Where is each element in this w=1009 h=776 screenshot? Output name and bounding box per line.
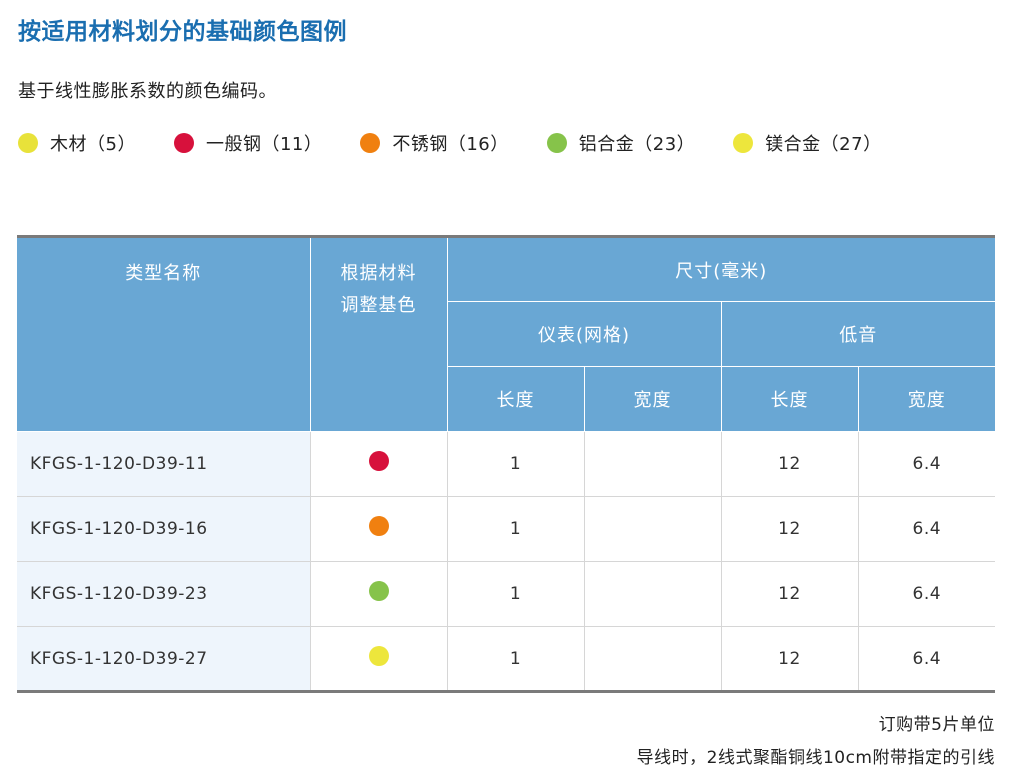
cell-type-name: KFGS-1-120-D39-11: [17, 431, 311, 497]
header-gauge: 仪表(网格): [447, 301, 722, 367]
spec-table-wrapper: 类型名称 根据材料 调整基色 尺寸(毫米) 仪表(网格) 低音 长度 宽度 长度…: [17, 235, 996, 693]
cell-base-color: [309, 496, 448, 562]
cell-bass-width: 6.4: [857, 431, 996, 497]
cell-bass-width: 6.4: [857, 626, 996, 692]
header-base-color: 根据材料 调整基色: [309, 236, 448, 432]
lead-wire-note: 导线时，2线式聚酯铜线10cm附带指定的引线: [636, 748, 995, 768]
cell-base-color: [309, 626, 448, 692]
table-row: KFGS-1-120-D39-11 1 12 6.4: [17, 431, 996, 497]
page-title: 按适用材料划分的基础颜色图例: [18, 19, 347, 45]
color-dot-icon: [368, 645, 389, 666]
legend-item-magnesium-alloy: 镁合金（27）: [733, 130, 881, 156]
legend-label: 不锈钢（16）: [392, 134, 509, 155]
page-subtitle: 基于线性膨胀系数的颜色编码。: [18, 81, 277, 102]
order-note: 订购带5片单位: [878, 715, 995, 735]
legend-item-stainless-steel: 不锈钢（16）: [360, 130, 508, 156]
color-dot-icon: [360, 133, 381, 153]
legend-label: 铝合金（23）: [578, 134, 696, 155]
cell-type-name: KFGS-1-120-D39-16: [17, 496, 311, 562]
cell-bass-width: 6.4: [857, 496, 996, 562]
cell-gauge-length: 1: [446, 626, 585, 692]
header-size: 尺寸(毫米): [446, 236, 996, 302]
table-row: KFGS-1-120-D39-27 1 12 6.4: [17, 626, 996, 692]
cell-base-color: [309, 431, 448, 497]
table-row: KFGS-1-120-D39-16 1 12 6.4: [17, 496, 996, 562]
table-row: KFGS-1-120-D39-23 1 12 6.4: [17, 561, 996, 627]
legend-label: 镁合金（27）: [765, 134, 882, 155]
cell-bass-width: 6.4: [857, 561, 996, 627]
color-legend: 木材（5） 一般钢（11） 不锈钢（16） 铝合金（23） 镁合金（27）: [18, 131, 920, 155]
header-gauge-width: 宽度: [583, 366, 722, 432]
legend-item-wood: 木材（5）: [18, 130, 136, 156]
header-base-color-line2: 调整基色: [340, 295, 417, 316]
legend-label: 一般钢（11）: [205, 134, 323, 155]
cell-gauge-width: [583, 431, 722, 497]
cell-bass-length: 12: [720, 496, 859, 562]
cell-type-name: KFGS-1-120-D39-27: [17, 626, 311, 692]
header-bass: 低音: [720, 301, 996, 367]
header-type-name: 类型名称: [17, 236, 311, 432]
legend-item-aluminum-alloy: 铝合金（23）: [546, 130, 696, 156]
spec-table: 类型名称 根据材料 调整基色 尺寸(毫米) 仪表(网格) 低音 长度 宽度 长度…: [17, 235, 996, 693]
cell-gauge-length: 1: [446, 431, 585, 497]
header-bass-width: 宽度: [857, 366, 996, 432]
header-bass-length: 长度: [720, 366, 859, 432]
cell-base-color: [309, 561, 448, 627]
color-dot-icon: [546, 133, 567, 153]
color-dot-icon: [368, 451, 389, 471]
cell-type-name: KFGS-1-120-D39-23: [17, 561, 311, 627]
color-dot-icon: [368, 516, 389, 536]
legend-item-steel: 一般钢（11）: [173, 130, 323, 156]
color-dot-icon: [18, 133, 38, 153]
cell-gauge-width: [583, 561, 722, 627]
cell-bass-length: 12: [720, 561, 859, 627]
header-base-color-line1: 根据材料: [340, 263, 417, 284]
cell-gauge-width: [583, 626, 722, 692]
cell-bass-length: 12: [720, 431, 859, 497]
color-dot-icon: [733, 133, 754, 153]
color-dot-icon: [173, 133, 194, 153]
color-dot-icon: [368, 581, 389, 601]
header-gauge-length: 长度: [447, 366, 585, 432]
legend-label: 木材（5）: [50, 134, 136, 155]
cell-gauge-length: 1: [446, 561, 585, 627]
cell-gauge-length: 1: [446, 496, 585, 562]
cell-gauge-width: [583, 496, 722, 562]
cell-bass-length: 12: [720, 626, 859, 692]
